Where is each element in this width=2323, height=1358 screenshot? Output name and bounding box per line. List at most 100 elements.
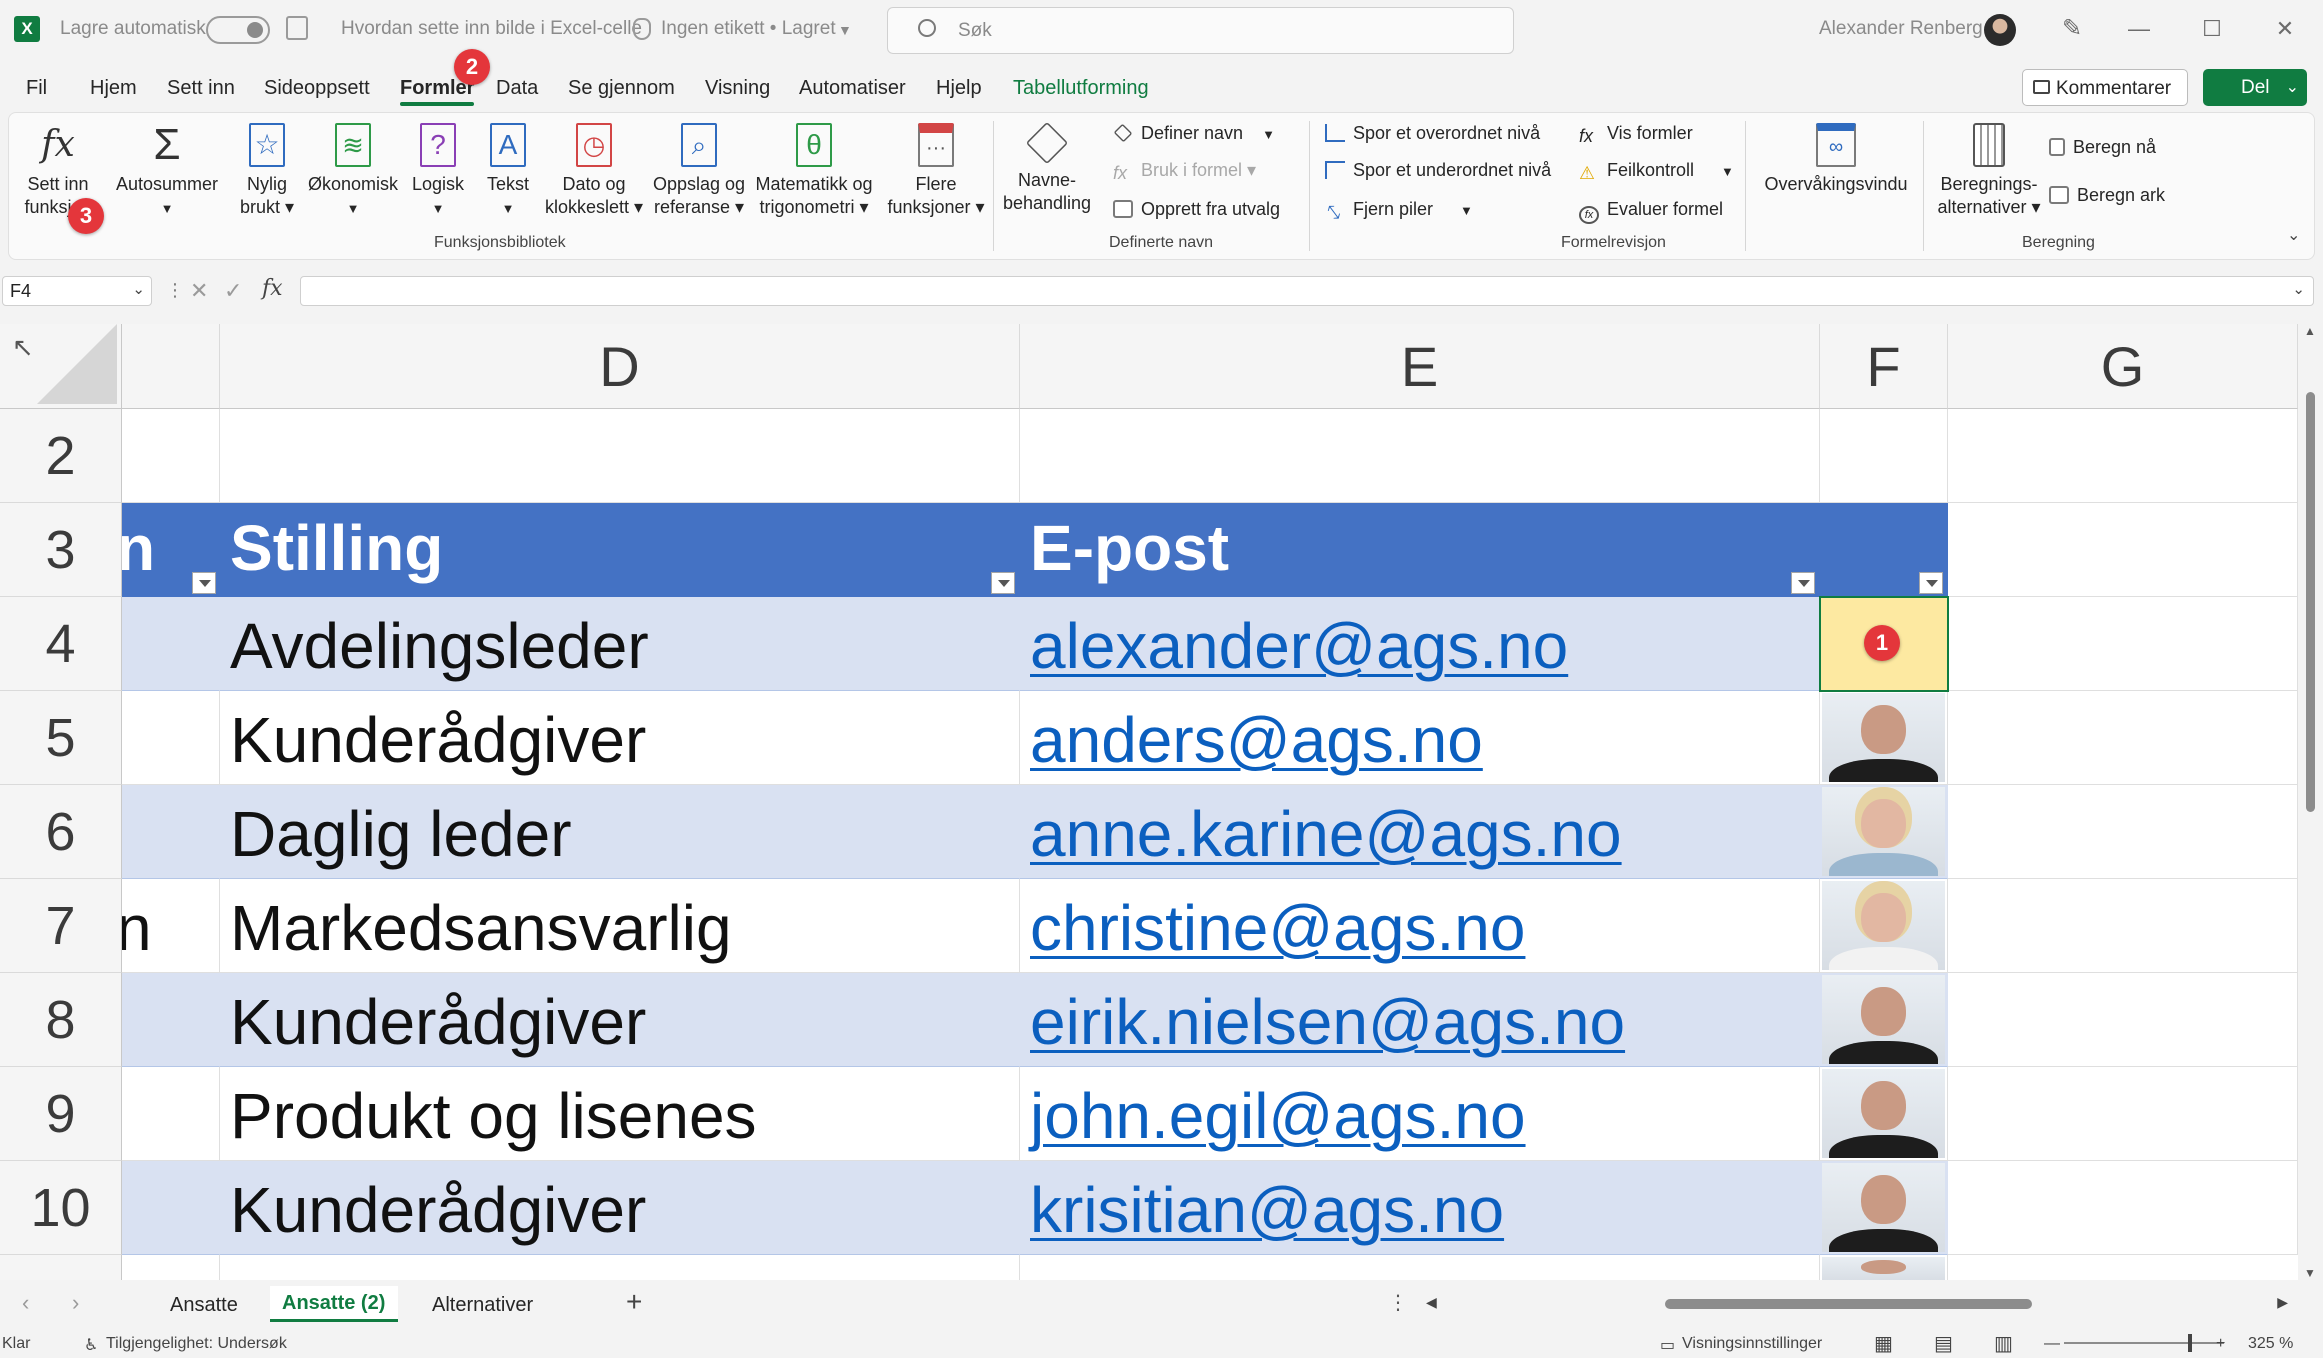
cell-g2[interactable] — [1948, 409, 2298, 503]
calc-options-button[interactable]: Beregnings- alternativer ▾ — [1929, 123, 2049, 219]
calc-sheet-button[interactable]: Beregn ark — [2049, 185, 2165, 206]
collapse-ribbon-icon[interactable]: ⌄ — [2287, 225, 2300, 245]
column-header-g[interactable]: G — [1948, 324, 2298, 409]
email-link[interactable]: krisitian@ags.no — [1030, 1173, 1504, 1247]
table-cell[interactable]: Avdelingsleder — [220, 597, 1020, 691]
name-manager-button[interactable]: Navne- behandling — [999, 121, 1095, 215]
table-header-cell[interactable]: n — [122, 503, 220, 597]
cell-e2[interactable] — [1020, 409, 1820, 503]
cancel-icon[interactable]: ✕ — [190, 278, 208, 304]
page-layout-icon[interactable]: ▤ — [1934, 1331, 1953, 1356]
row-header[interactable] — [0, 1255, 122, 1280]
photo-cell[interactable] — [1820, 1255, 1948, 1280]
table-cell[interactable] — [122, 785, 220, 879]
chevron-down-icon[interactable]: ⌄ — [132, 280, 145, 298]
tab-sideoppsett[interactable]: Sideoppsett — [264, 77, 370, 100]
use-in-formula-button[interactable]: fx Bruk i formel ▾ — [1113, 160, 1256, 183]
photo-cell[interactable] — [1820, 973, 1948, 1067]
table-cell[interactable]: n — [122, 879, 220, 973]
cell-g10[interactable] — [1948, 1161, 2298, 1255]
photo-cell[interactable] — [1820, 785, 1948, 879]
email-link[interactable]: christine@ags.no — [1030, 891, 1525, 965]
minimize-icon[interactable]: — — [2124, 14, 2154, 44]
scroll-right-icon[interactable]: ▶ — [2277, 1294, 2288, 1311]
cell-f2[interactable] — [1820, 409, 1948, 503]
email-link[interactable]: john.egil@ags.no — [1030, 1079, 1526, 1153]
column-header-d[interactable]: D — [220, 324, 1020, 409]
autosave-toggle[interactable] — [206, 16, 270, 44]
display-settings-icon[interactable]: ▭ — [1660, 1335, 1675, 1355]
table-cell[interactable] — [122, 973, 220, 1067]
save-icon[interactable] — [286, 16, 308, 40]
define-name-button[interactable]: Definer navn ▼ — [1113, 123, 1275, 144]
maximize-icon[interactable]: ☐ — [2197, 14, 2227, 44]
chevron-down-icon[interactable]: ⌄ — [2286, 77, 2299, 97]
add-sheet-button[interactable]: + — [626, 1286, 642, 1318]
accessibility-icon[interactable]: ♿ — [84, 1335, 98, 1355]
chevron-down-icon[interactable]: ▼ — [1262, 127, 1275, 142]
formula-input[interactable]: ⌄ — [300, 276, 2314, 306]
row-header[interactable]: 9 — [0, 1067, 122, 1161]
cell-g3[interactable] — [1948, 503, 2298, 597]
filter-dropdown-icon[interactable] — [192, 572, 216, 594]
cell-g9[interactable] — [1948, 1067, 2298, 1161]
show-formulas-button[interactable]: fx Vis formler — [1579, 123, 1693, 146]
column-header-c[interactable] — [122, 324, 220, 409]
sheet-tab-ansatte[interactable]: Ansatte — [170, 1294, 238, 1317]
table-cell[interactable] — [1020, 1255, 1820, 1280]
zoom-slider[interactable] — [2064, 1334, 2224, 1352]
label-status[interactable]: Ingen etikett • Lagret — [661, 18, 836, 40]
vertical-scroll-thumb[interactable] — [2306, 392, 2315, 812]
view-settings[interactable]: Visningsinnstillinger — [1682, 1335, 1822, 1353]
sheet-tab-ansatte-2[interactable]: Ansatte (2) — [270, 1286, 398, 1322]
horizontal-scroll-thumb[interactable] — [1665, 1299, 2032, 1309]
watch-window-button[interactable]: ∞ Overvåkingsvindu — [1751, 123, 1921, 196]
table-cell[interactable]: Daglig leder — [220, 785, 1020, 879]
page-break-icon[interactable]: ▥ — [1994, 1331, 2013, 1356]
tab-data[interactable]: Data — [496, 77, 538, 100]
accessibility-status[interactable]: Tilgjengelighet: Undersøk — [106, 1335, 287, 1353]
share-button[interactable]: Del ⌄ — [2203, 69, 2307, 106]
table-cell[interactable]: eirik.nielsen@ags.no — [1020, 973, 1820, 1067]
sheet-tab-alternativer[interactable]: Alternativer — [432, 1294, 533, 1317]
row-header[interactable]: 8 — [0, 973, 122, 1067]
table-cell[interactable]: anders@ags.no — [1020, 691, 1820, 785]
cell-g5[interactable] — [1948, 691, 2298, 785]
row-header[interactable]: 3 — [0, 503, 122, 597]
tab-hjem[interactable]: Hjem — [90, 77, 137, 100]
zoom-out-icon[interactable]: — — [2044, 1335, 2060, 1353]
cell-c2[interactable] — [122, 409, 220, 503]
column-header-e[interactable]: E — [1020, 324, 1820, 409]
table-cell[interactable]: krisitian@ags.no — [1020, 1161, 1820, 1255]
insert-function-fx-icon[interactable]: fx — [262, 276, 283, 301]
select-all-corner[interactable]: ↖ — [0, 324, 122, 409]
remove-arrows-button[interactable]: ⤡ Fjern piler ▼ — [1325, 199, 1473, 222]
prev-sheet-icon[interactable]: ‹ — [22, 1290, 29, 1316]
chevron-down-icon[interactable]: ▼ — [838, 22, 852, 38]
logical-button[interactable]: ? Logisk ▼ — [403, 123, 473, 220]
financial-button[interactable]: ≋ Økonomisk ▼ — [303, 123, 403, 220]
horizontal-scrollbar[interactable]: ◀ ▶ — [1420, 1292, 2292, 1316]
photo-cell[interactable] — [1820, 1161, 1948, 1255]
more-functions-button[interactable]: ··· Flere funksjoner ▾ — [881, 123, 991, 219]
close-icon[interactable]: ✕ — [2270, 14, 2300, 44]
row-header[interactable]: 2 — [0, 409, 122, 503]
cell-g7[interactable] — [1948, 879, 2298, 973]
table-header-epost[interactable]: E-post — [1020, 503, 1820, 597]
scroll-left-icon[interactable]: ◀ — [1426, 1294, 1437, 1311]
normal-view-icon[interactable]: ▦ — [1874, 1331, 1893, 1356]
row-header[interactable]: 7 — [0, 879, 122, 973]
expand-formula-icon[interactable]: ⌄ — [2292, 280, 2305, 298]
table-cell[interactable] — [122, 1255, 220, 1280]
scroll-down-icon[interactable]: ▼ — [2304, 1266, 2316, 1280]
table-cell[interactable]: john.egil@ags.no — [1020, 1067, 1820, 1161]
table-cell[interactable]: Produkt og lisenes — [220, 1067, 1020, 1161]
zoom-in-icon[interactable]: + — [2216, 1335, 2225, 1353]
tab-fil[interactable]: Fil — [26, 77, 47, 100]
trace-precedents-button[interactable]: Spor et overordnet nivå — [1325, 123, 1540, 144]
email-link[interactable]: anders@ags.no — [1030, 703, 1483, 777]
cell-g4[interactable] — [1948, 597, 2298, 691]
zoom-slider-thumb[interactable] — [2188, 1334, 2192, 1352]
column-header-f[interactable]: F — [1820, 324, 1948, 409]
autosum-button[interactable]: Σ Autosummer ▼ — [113, 123, 221, 220]
